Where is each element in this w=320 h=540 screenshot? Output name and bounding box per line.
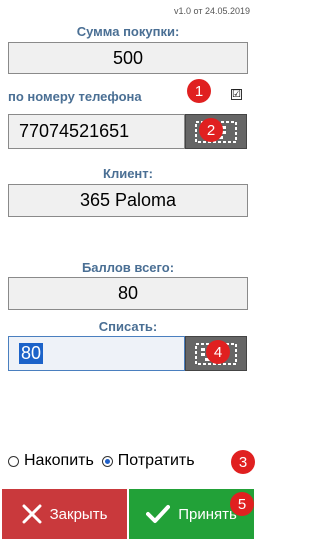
close-button-label: Закрыть xyxy=(49,505,108,523)
writeoff-input[interactable]: 80 xyxy=(8,336,185,371)
writeoff-label: Списать: xyxy=(98,319,158,334)
x-icon xyxy=(22,504,42,524)
spend-option[interactable]: Потратить xyxy=(101,452,195,470)
accumulate-label: Накопить xyxy=(24,452,94,469)
purchase-label: Сумма покупки: xyxy=(76,24,180,39)
badge-3: 3 xyxy=(231,450,255,474)
client-label: Клиент: xyxy=(103,166,153,181)
phone-input[interactable]: 77074521651 xyxy=(8,114,185,149)
accumulate-option[interactable]: Накопить xyxy=(8,452,94,470)
purchase-amount-field[interactable]: 500 xyxy=(8,42,248,74)
checkmark-icon xyxy=(146,505,171,523)
writeoff-value: 80 xyxy=(19,343,44,364)
badge-2: 2 xyxy=(199,118,223,142)
badge-1: 1 xyxy=(187,79,211,103)
client-name-field: 365 Paloma xyxy=(8,184,248,217)
phone-checkbox[interactable]: ☑ xyxy=(231,89,242,100)
accumulate-radio[interactable] xyxy=(8,455,19,467)
version-label: v1.0 от 24.05.2019 xyxy=(174,6,250,16)
spend-label: Потратить xyxy=(117,452,195,469)
points-total-field: 80 xyxy=(8,277,248,310)
points-label: Баллов всего: xyxy=(81,260,175,275)
badge-5: 5 xyxy=(230,492,254,516)
radio-row: Накопить Потратить xyxy=(8,451,195,471)
close-button[interactable]: Закрыть xyxy=(2,489,127,539)
accept-button-label: Принять xyxy=(178,505,237,523)
spend-radio[interactable] xyxy=(101,455,113,467)
phone-label: по номеру телефона xyxy=(8,89,142,104)
badge-4: 4 xyxy=(206,340,230,364)
